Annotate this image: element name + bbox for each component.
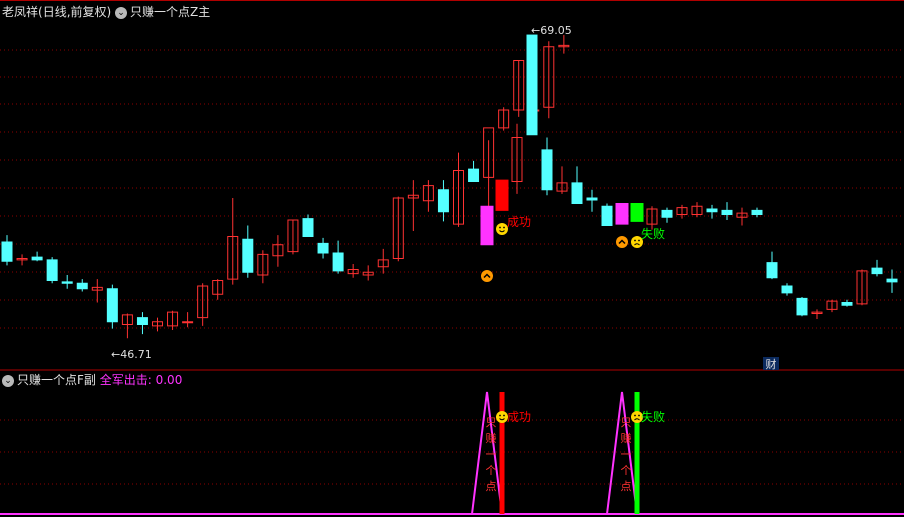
candle-body xyxy=(871,267,883,275)
main-panel-header: 老凤祥(日线,前复权) ⌄ 只赚一个点Z主 xyxy=(2,4,210,20)
candle-body xyxy=(841,302,853,306)
vertical-label-char: 个 xyxy=(621,464,632,477)
indicator-value-label: 全军出击: xyxy=(99,373,152,387)
sub-signal-bar-success xyxy=(499,392,505,514)
candle-body xyxy=(571,182,583,204)
smiley-eye xyxy=(634,414,636,417)
period-label: (日线,前复权) xyxy=(38,5,112,19)
high-price-label: ←69.05 xyxy=(531,24,572,37)
candle-body xyxy=(61,281,73,284)
sub-panel-header: ⌄ 只赚一个点F副 全军出击: 0.00 xyxy=(2,372,182,388)
signal-bar-success xyxy=(495,179,509,211)
candle-body xyxy=(796,297,808,316)
signal-bar-buy xyxy=(615,203,629,225)
vertical-label-char: 一 xyxy=(486,448,497,461)
vertical-label-char: 只 xyxy=(486,416,497,429)
candle-body xyxy=(302,218,314,237)
low-price-label: ←46.71 xyxy=(111,348,152,361)
main-indicator-label[interactable]: 只赚一个点Z主 xyxy=(130,5,210,19)
candle-body xyxy=(541,149,553,191)
smiley-eye xyxy=(499,414,501,417)
vertical-label-char: 个 xyxy=(486,464,497,477)
candle-body xyxy=(46,259,58,281)
candle-body xyxy=(31,256,43,261)
stock-name: 老凤祥 xyxy=(2,5,39,19)
candle-body xyxy=(586,197,598,201)
candle-body xyxy=(526,34,538,136)
candle-body xyxy=(661,209,673,218)
vertical-label-char: 一 xyxy=(621,448,632,461)
success-label: 成功 xyxy=(507,410,531,424)
fail-label: 失败 xyxy=(641,409,665,424)
candle-body xyxy=(182,321,194,324)
signal-bar-buy xyxy=(480,205,494,246)
finance-marker: 财 xyxy=(766,357,777,371)
smiley-eye xyxy=(634,239,636,242)
signal-bar-fail xyxy=(630,203,644,222)
candle-body xyxy=(706,208,718,213)
smiley-eye xyxy=(503,226,505,229)
candlestick-chart[interactable]: ←69.05←46.71成功失败财只 只赚 赚一 一个 个点 点成功 失败 xyxy=(0,0,904,517)
candle-body xyxy=(886,278,898,283)
candle-body xyxy=(76,282,88,290)
indicator-value: 0.00 xyxy=(155,373,183,387)
candle-body xyxy=(136,317,148,325)
candle-body xyxy=(242,238,254,273)
candle-body xyxy=(468,168,480,182)
sub-indicator-label[interactable]: 只赚一个点F副 xyxy=(17,373,96,387)
vertical-label-char: 点 xyxy=(486,480,497,493)
chart-window: ←69.05 ←46.71 成功 失败财只只赚赚一一个个点点成功 失败 老凤祥(日线,前… xyxy=(0,0,904,517)
chevron-down-icon[interactable]: ⌄ xyxy=(115,6,128,19)
candle-body xyxy=(601,205,613,226)
buy-marker-icon xyxy=(481,270,493,282)
smiley-eye xyxy=(638,239,640,242)
success-label: 成功 xyxy=(507,215,531,229)
candle-body xyxy=(437,189,449,213)
buy-marker-icon xyxy=(616,236,628,248)
candle-body xyxy=(766,262,778,279)
vertical-label-char: 只 xyxy=(621,416,632,429)
candle-body xyxy=(751,209,763,215)
candle-body xyxy=(1,241,13,262)
candle-body xyxy=(332,252,344,272)
smiley-eye xyxy=(503,414,505,417)
vertical-label-char: 点 xyxy=(621,480,632,493)
fail-label: 失败 xyxy=(641,226,665,241)
sub-signal-bar-fail xyxy=(634,392,640,514)
smiley-eye xyxy=(638,414,640,417)
candle-body xyxy=(106,288,118,323)
candle-body xyxy=(721,209,733,215)
vertical-label-char: 赚 xyxy=(621,431,632,445)
candle-body xyxy=(781,285,793,294)
chevron-down-icon[interactable]: ⌄ xyxy=(2,374,14,387)
vertical-label-char: 赚 xyxy=(486,431,497,445)
smiley-eye xyxy=(499,226,501,229)
candle-body xyxy=(317,242,329,254)
